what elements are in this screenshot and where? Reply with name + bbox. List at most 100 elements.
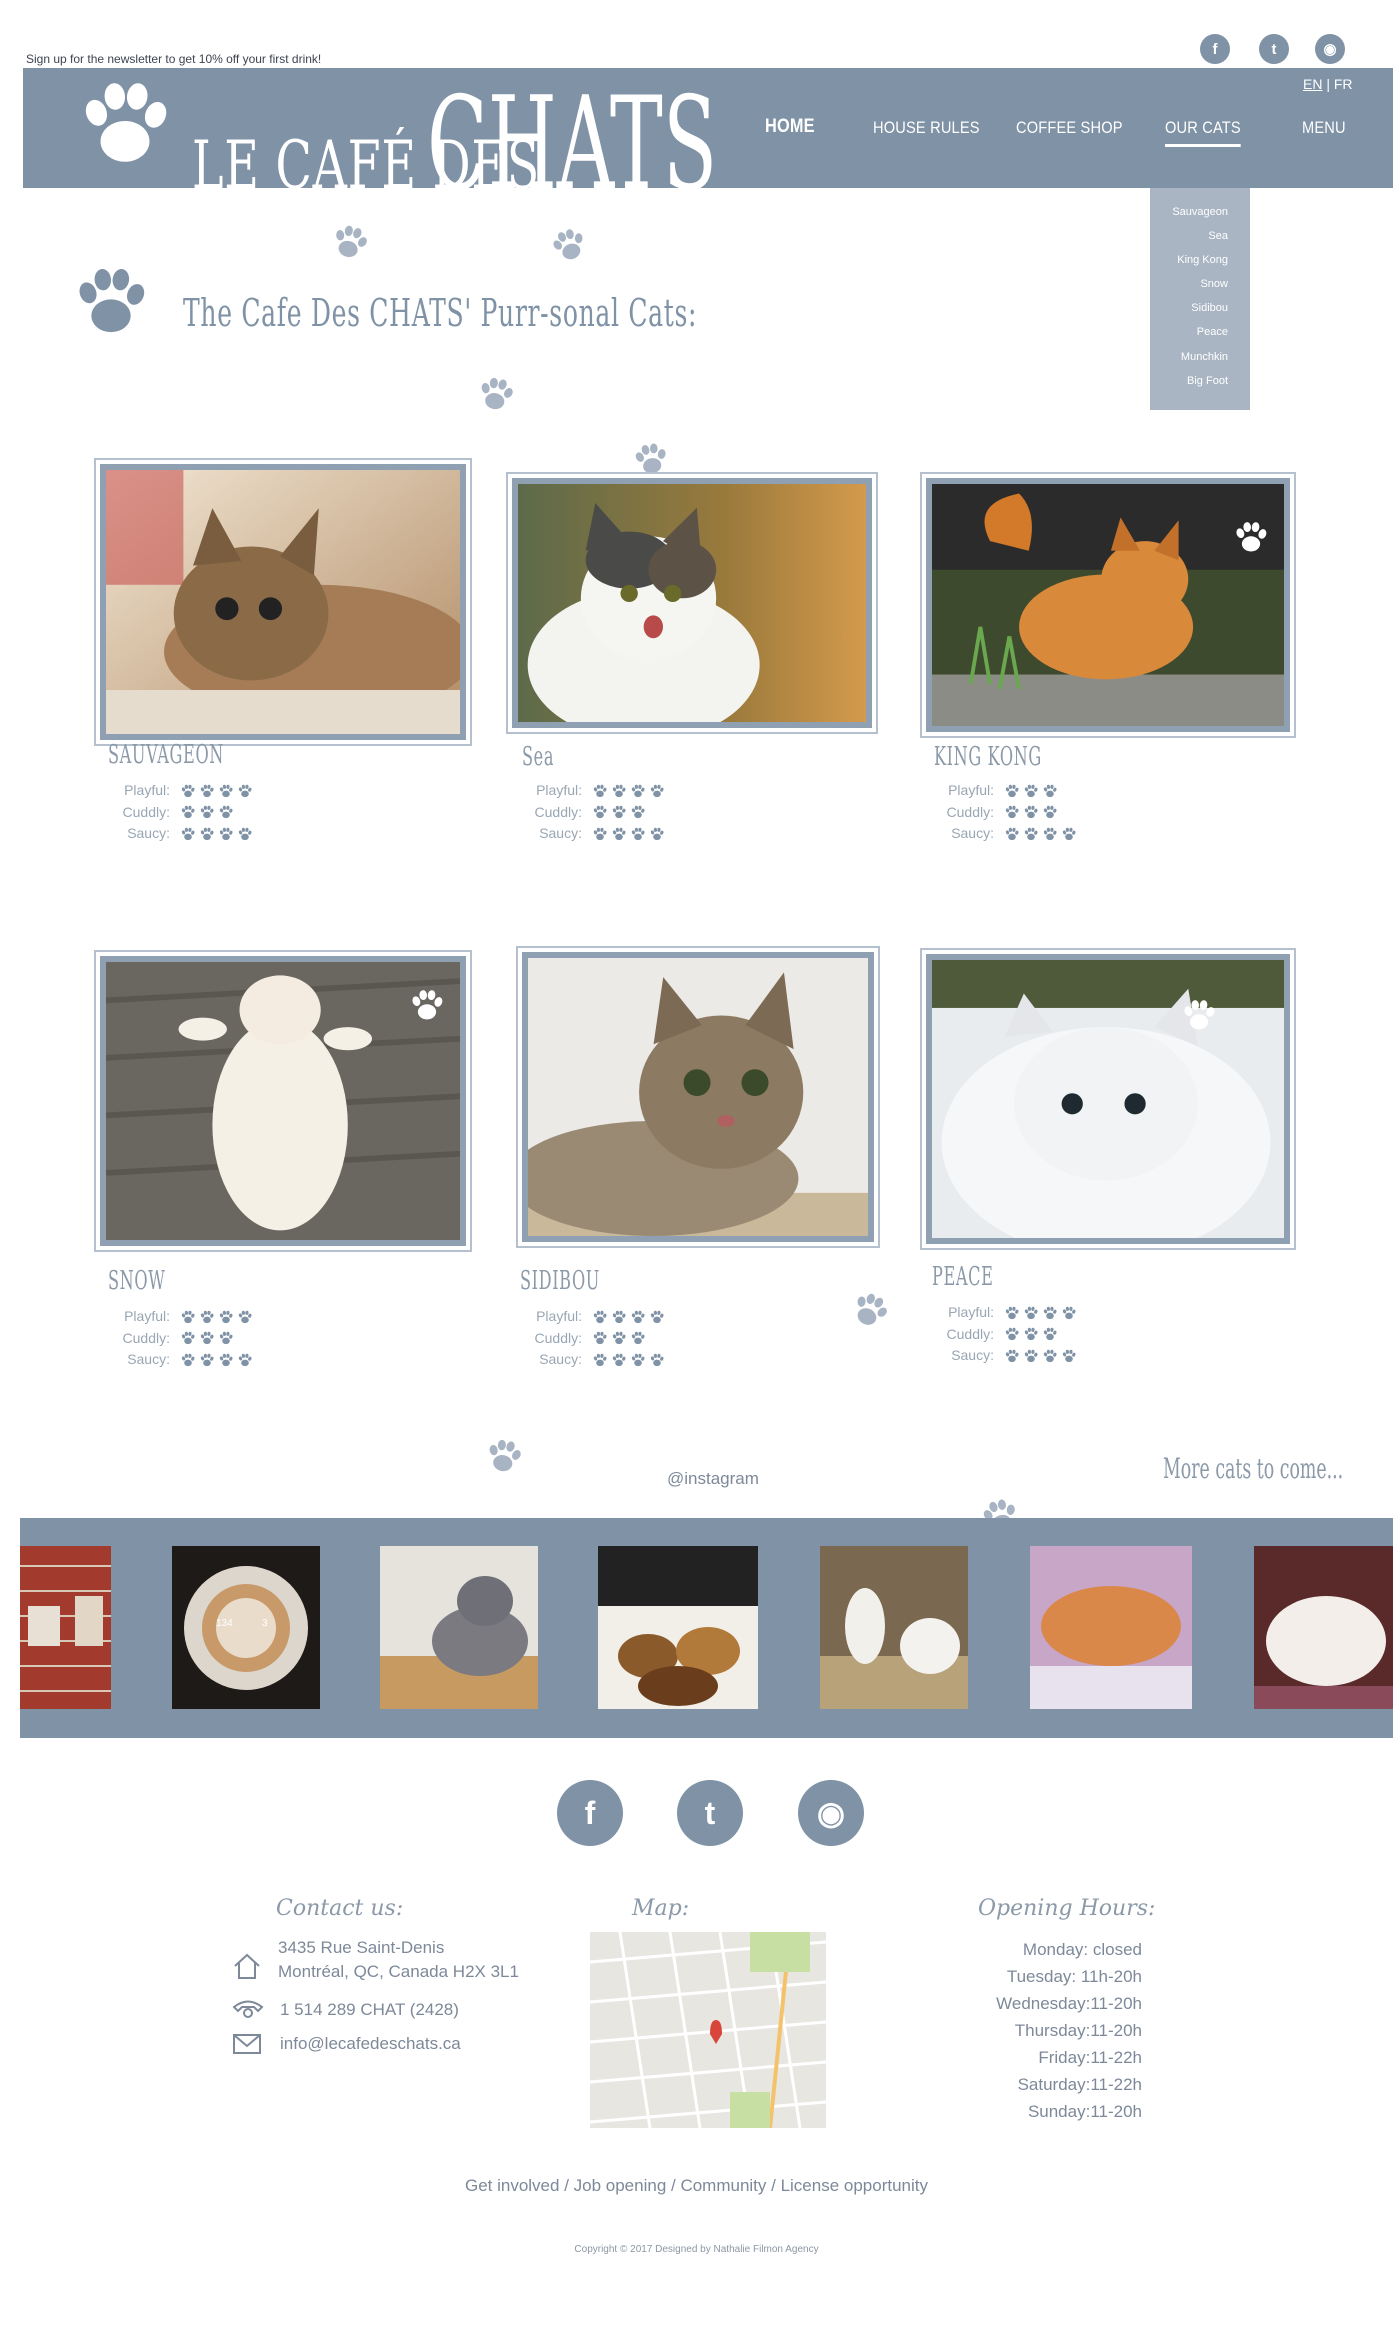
cat-name[interactable]: KING KONG [934, 742, 1042, 772]
rating-row-playful: Playful: [526, 780, 665, 802]
language-switcher: EN | FR [1303, 76, 1353, 92]
cat-photo-snow[interactable] [94, 950, 472, 1252]
rating-paw-icon [630, 826, 646, 842]
rating-row-saucy: Saucy: [114, 823, 253, 845]
rating-paws [1004, 783, 1058, 799]
rating-paws [1004, 804, 1058, 820]
instagram-image [172, 1546, 320, 1709]
instagram-image [820, 1546, 968, 1709]
twitter-icon[interactable]: t [1259, 34, 1289, 64]
rating-paw-icon [611, 783, 627, 799]
nav-home[interactable]: HOME [765, 116, 815, 138]
rating-paw-icon [592, 783, 608, 799]
rating-paw-icon [611, 1309, 627, 1325]
rating-paw-icon [237, 1352, 253, 1368]
rating-paw-icon [1061, 1305, 1077, 1321]
lang-en-link[interactable]: EN [1303, 76, 1322, 92]
dropdown-item[interactable]: Big Foot [1150, 369, 1228, 393]
contact-heading: Contact us: [276, 1896, 404, 1921]
dropdown-item[interactable]: Snow [1150, 272, 1228, 296]
instagram-post[interactable]: 134 3 [172, 1546, 320, 1709]
instagram-post[interactable] [598, 1546, 758, 1709]
rating-label: Cuddly: [122, 803, 170, 820]
logo-text-small: LE CAFÉ DES [192, 127, 541, 204]
instagram-icon[interactable]: ◉ [1315, 34, 1345, 64]
rating-paws [592, 1330, 646, 1346]
cat-photo-peace[interactable] [920, 948, 1296, 1250]
cat-name[interactable]: SIDIBOU [520, 1266, 600, 1296]
rating-paws [592, 804, 646, 820]
rating-paw-icon [611, 1352, 627, 1368]
rating-paw-icon [237, 1309, 253, 1325]
location-map[interactable] [590, 1932, 826, 2128]
rating-row-playful: Playful: [938, 780, 1077, 802]
dropdown-item[interactable]: Sidibou [1150, 296, 1228, 320]
copyright: Copyright © 2017 Designed by Nathalie Fi… [574, 2244, 819, 2255]
cat-name[interactable]: Sea [522, 742, 554, 772]
instagram-post[interactable] [1030, 1546, 1192, 1709]
cat-photo-sea[interactable] [506, 472, 878, 734]
instagram-post[interactable] [1254, 1546, 1393, 1709]
cat-name[interactable]: SNOW [108, 1266, 165, 1296]
cat-name[interactable]: PEACE [932, 1262, 993, 1292]
rating-paw-icon [649, 826, 665, 842]
instagram-post[interactable] [20, 1546, 111, 1709]
facebook-icon[interactable]: f [557, 1780, 623, 1846]
cat-rating: Playful: Cuddly: Saucy: [114, 1306, 253, 1371]
rating-label: Cuddly: [946, 1325, 994, 1342]
dropdown-item[interactable]: King Kong [1150, 248, 1228, 272]
contact-email[interactable]: info@lecafedeschats.ca [280, 2032, 461, 2056]
dropdown-item[interactable]: Munchkin [1150, 345, 1228, 369]
rating-label: Saucy: [539, 825, 582, 841]
nav-house-rules[interactable]: HOUSE RULES [873, 118, 980, 138]
nav-menu[interactable]: MENU [1302, 118, 1346, 138]
rating-paw-icon [1042, 783, 1058, 799]
facebook-icon[interactable]: f [1200, 34, 1230, 64]
logo-paw-icon [62, 72, 188, 174]
cat-photo-sauvageon[interactable] [94, 458, 472, 746]
dropdown-item[interactable]: Peace [1150, 320, 1228, 344]
nav-coffee-shop[interactable]: COFFEE SHOP [1016, 118, 1123, 138]
rating-paw-icon [218, 826, 234, 842]
cat-name[interactable]: SAUVAGEON [108, 740, 224, 770]
footer-links[interactable]: Get involved / Job opening / Community /… [0, 2176, 1393, 2196]
rating-row-cuddly: Cuddly: [526, 802, 665, 824]
contact-phone[interactable]: 1 514 289 CHAT (2428) [280, 1998, 459, 2022]
cat-photo-king-kong[interactable] [920, 472, 1296, 738]
rating-paw-icon [592, 826, 608, 842]
rating-paw-icon [199, 826, 215, 842]
rating-paw-icon [218, 1330, 234, 1346]
rating-label: Saucy: [951, 1347, 994, 1363]
twitter-icon[interactable]: t [677, 1780, 743, 1846]
instagram-post[interactable] [380, 1546, 538, 1709]
rating-label: Saucy: [951, 825, 994, 841]
phone-icon [232, 2000, 264, 2018]
rating-row-cuddly: Cuddly: [114, 1328, 253, 1350]
rating-paws [1004, 826, 1077, 842]
cat-image [106, 962, 460, 1240]
rating-paw-icon [630, 1352, 646, 1368]
rating-paw-icon [1023, 1326, 1039, 1342]
instagram-handle[interactable]: @instagram [667, 1469, 759, 1489]
instagram-comments: 3 [262, 1618, 268, 1629]
rating-label: Cuddly: [534, 803, 582, 820]
newsletter-link[interactable]: Sign up for the newsletter to get 10% of… [26, 52, 321, 66]
rating-paws [180, 1309, 253, 1325]
rating-paw-icon [592, 1352, 608, 1368]
lang-fr-link[interactable]: FR [1334, 76, 1353, 92]
rating-paws [592, 1309, 665, 1325]
instagram-icon[interactable]: ◉ [798, 1780, 864, 1846]
dropdown-item[interactable]: Sauvageon [1150, 200, 1228, 224]
rating-paw-icon [592, 1330, 608, 1346]
dropdown-item[interactable]: Sea [1150, 224, 1228, 248]
cat-photo-sidibou[interactable] [516, 946, 880, 1248]
title-paw-icon [70, 256, 152, 346]
nav-our-cats[interactable]: OUR CATS [1165, 118, 1241, 147]
paw-icon [629, 437, 673, 481]
our-cats-dropdown: Sauvageon Sea King Kong Snow Sidibou Pea… [1150, 188, 1250, 410]
rating-row-saucy: Saucy: [526, 1349, 665, 1371]
instagram-post[interactable] [820, 1546, 968, 1709]
cat-rating: Playful: Cuddly: Saucy: [526, 1306, 665, 1371]
rating-paw-icon [1004, 804, 1020, 820]
hours-row: Wednesday:11-20h [996, 1994, 1142, 2013]
